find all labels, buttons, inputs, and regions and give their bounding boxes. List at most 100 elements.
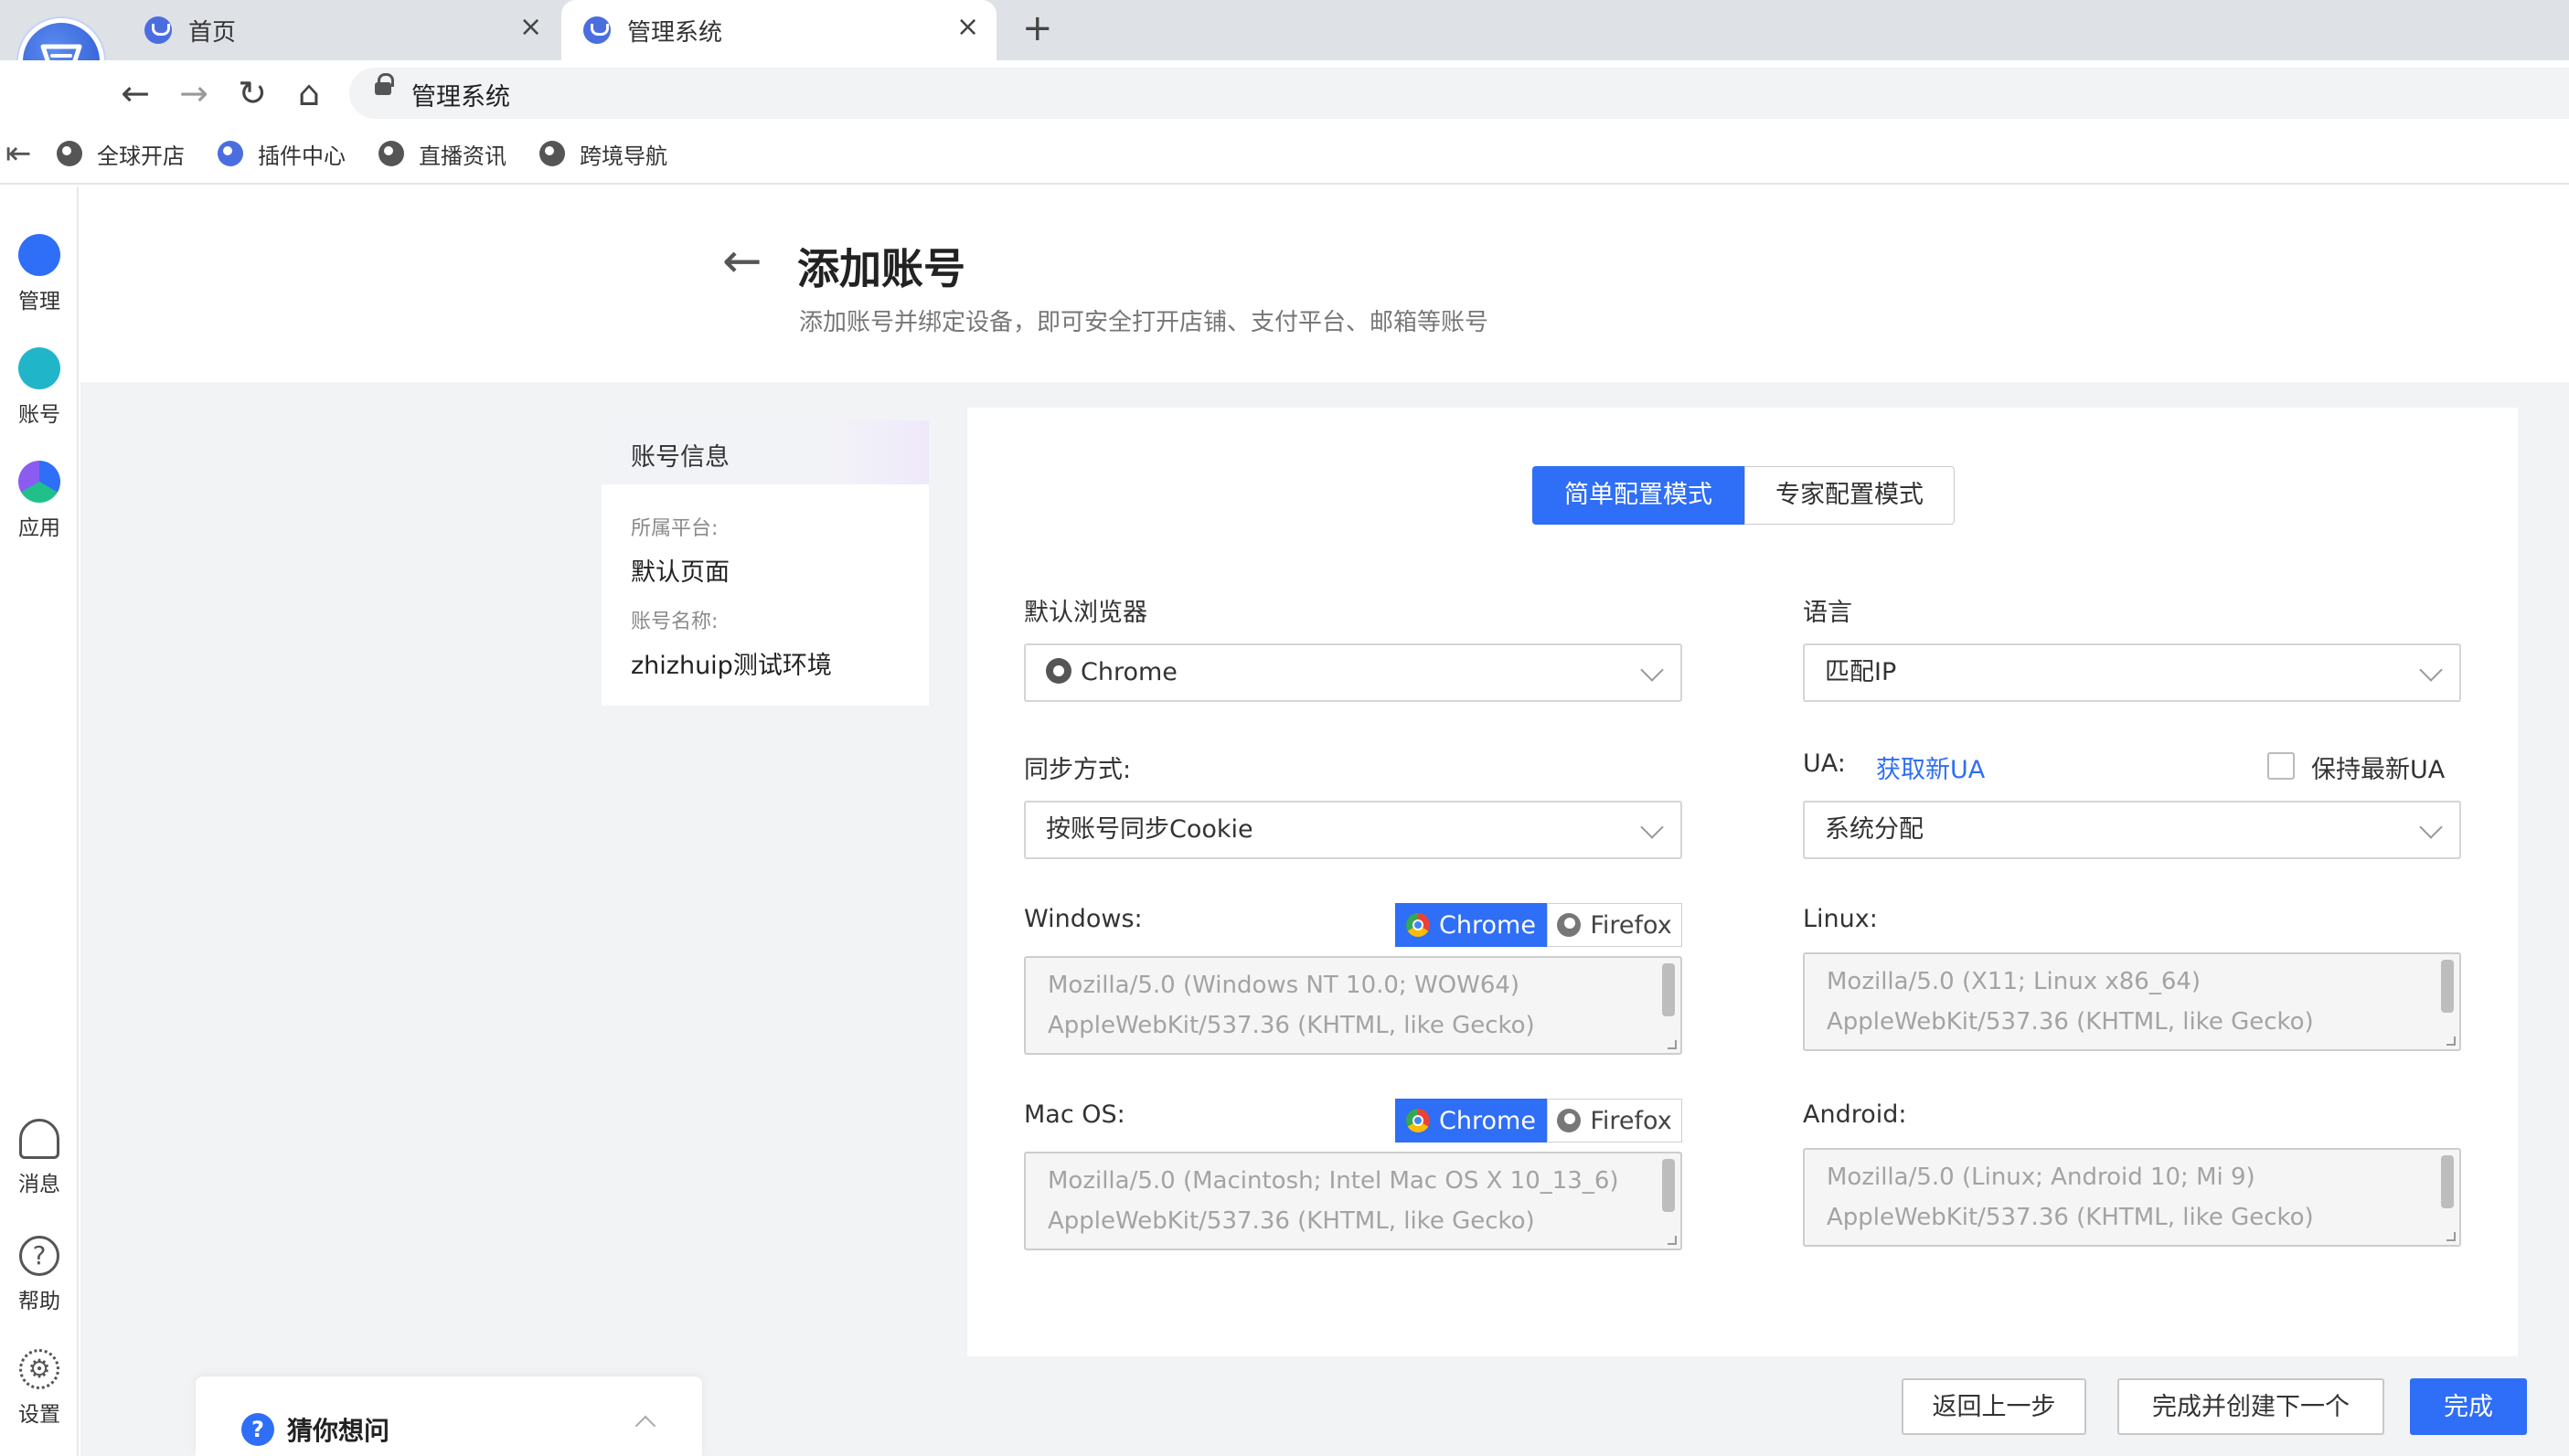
- bell-icon: [19, 1119, 59, 1159]
- browser-select[interactable]: Chrome: [1024, 643, 1682, 702]
- ua-select-value: 系统分配: [1825, 815, 1924, 844]
- windows-engine-toggle: Chrome Firefox: [1395, 903, 1682, 947]
- bookmark-label: 跨境导航: [580, 143, 667, 169]
- sync-select[interactable]: 按账号同步Cookie: [1024, 801, 1682, 859]
- windows-label: Windows:: [1024, 905, 1143, 933]
- browser-label: 默认浏览器: [1024, 599, 1147, 627]
- reload-icon[interactable]: ↻: [234, 75, 271, 112]
- chevron-down-icon: [1640, 815, 1664, 839]
- forward-icon[interactable]: →: [176, 75, 212, 112]
- back-arrow-icon[interactable]: ←: [722, 234, 762, 289]
- android-ua-textarea[interactable]: Mozilla/5.0 (Linux; Android 10; Mi 9) Ap…: [1803, 1148, 2461, 1247]
- windows-chrome-option[interactable]: Chrome: [1395, 903, 1547, 947]
- rail-label: 设置: [18, 1403, 60, 1427]
- scrollbar[interactable]: [1662, 963, 1675, 1016]
- bookmark-item[interactable]: 插件中心: [218, 135, 346, 172]
- linux-label: Linux:: [1803, 905, 1878, 933]
- option-label: Firefox: [1590, 910, 1672, 940]
- account-name-value: zhizhuip测试环境: [631, 652, 832, 680]
- tab-favicon-icon: [583, 16, 611, 44]
- store-icon: [18, 347, 60, 389]
- rail-item-help[interactable]: ? 帮助: [0, 1236, 79, 1314]
- windows-firefox-option[interactable]: Firefox: [1547, 903, 1682, 947]
- rail-item-messages[interactable]: 消息: [0, 1119, 79, 1197]
- rail-item-manage[interactable]: 管理: [0, 234, 79, 314]
- apps-icon: [18, 461, 60, 503]
- bookmark-label: 全球开店: [97, 143, 185, 169]
- back-icon[interactable]: ←: [117, 75, 154, 112]
- lock-icon: [375, 73, 394, 95]
- rail-item-settings[interactable]: ⚙ 设置: [0, 1349, 79, 1428]
- page-title: 添加账号: [797, 244, 965, 293]
- option-label: Firefox: [1590, 1106, 1672, 1135]
- tab-home[interactable]: 首页 ×: [144, 0, 556, 60]
- linux-ua-textarea[interactable]: Mozilla/5.0 (X11; Linux x86_64) AppleWeb…: [1803, 952, 2461, 1051]
- tab-label: 首页: [188, 18, 237, 47]
- chrome-icon: [1406, 913, 1431, 937]
- language-select[interactable]: 匹配IP: [1803, 643, 2461, 702]
- sync-select-value: 按账号同步Cookie: [1046, 815, 1253, 844]
- chrome-icon: [1406, 1109, 1431, 1132]
- windows-ua-textarea[interactable]: Mozilla/5.0 (Windows NT 10.0; WOW64) App…: [1024, 956, 1682, 1055]
- tab-close-icon[interactable]: ×: [519, 11, 542, 43]
- globe-icon: [539, 141, 565, 166]
- bookmark-item[interactable]: 直播资讯: [378, 135, 506, 172]
- mac-engine-toggle: Chrome Firefox: [1395, 1099, 1682, 1142]
- rail-label: 管理: [18, 290, 60, 314]
- account-info-heading: 账号信息: [631, 443, 730, 472]
- rail-item-apps[interactable]: 应用: [0, 461, 79, 541]
- sidebar-toggle-icon[interactable]: ⇤: [5, 135, 32, 172]
- ua-label: UA:: [1803, 749, 1846, 778]
- tab-close-icon[interactable]: ×: [956, 11, 979, 43]
- option-label: Chrome: [1439, 910, 1536, 940]
- address-input[interactable]: [349, 68, 2569, 119]
- scrollbar[interactable]: [1662, 1159, 1675, 1212]
- platform-value: 默认页面: [631, 558, 730, 587]
- help-icon: ?: [19, 1236, 59, 1276]
- gear-icon: ⚙: [19, 1349, 59, 1389]
- expert-mode-button[interactable]: 专家配置模式: [1744, 466, 1955, 525]
- keep-latest-ua-label: 保持最新UA: [2311, 756, 2446, 784]
- simple-mode-button[interactable]: 简单配置模式: [1532, 466, 1744, 525]
- resize-handle-icon[interactable]: [2446, 1232, 2456, 1241]
- bookmark-item[interactable]: 跨境导航: [539, 135, 667, 172]
- globe-icon: [57, 141, 82, 166]
- rail-item-account[interactable]: 账号: [0, 347, 79, 428]
- firefox-icon: [1557, 913, 1582, 937]
- finish-button[interactable]: 完成: [2410, 1378, 2527, 1435]
- android-ua-text: Mozilla/5.0 (Linux; Android 10; Mi 9) Ap…: [1827, 1164, 2314, 1231]
- scrollbar[interactable]: [2441, 1155, 2454, 1208]
- mac-label: Mac OS:: [1024, 1100, 1125, 1129]
- account-name-label: 账号名称:: [631, 611, 719, 633]
- back-step-button[interactable]: 返回上一步: [1902, 1378, 2086, 1435]
- tab-favicon-icon: [144, 16, 172, 44]
- tab-management[interactable]: 管理系统 ×: [561, 0, 997, 60]
- mac-ua-textarea[interactable]: Mozilla/5.0 (Macintosh; Intel Mac OS X 1…: [1024, 1152, 1682, 1250]
- chrome-icon: [1046, 657, 1071, 684]
- mac-chrome-option[interactable]: Chrome: [1395, 1099, 1547, 1142]
- scrollbar[interactable]: [2441, 960, 2454, 1013]
- grid-icon: [18, 234, 60, 276]
- mac-ua-text: Mozilla/5.0 (Macintosh; Intel Mac OS X 1…: [1048, 1167, 1619, 1235]
- chevron-down-icon: [2419, 815, 2443, 839]
- finish-and-next-button[interactable]: 完成并创建下一个: [2117, 1378, 2384, 1435]
- resize-handle-icon[interactable]: [1668, 1040, 1677, 1049]
- browser-select-value: Chrome: [1081, 658, 1178, 686]
- get-new-ua-link[interactable]: 获取新UA: [1876, 749, 1985, 785]
- ua-select[interactable]: 系统分配: [1803, 801, 2461, 859]
- guess-panel[interactable]: [196, 1376, 702, 1456]
- resize-handle-icon[interactable]: [1668, 1236, 1677, 1245]
- home-icon[interactable]: ⌂: [291, 75, 327, 112]
- resize-handle-icon[interactable]: [2446, 1036, 2456, 1046]
- keep-latest-ua-checkbox[interactable]: [2267, 752, 2295, 780]
- sync-label: 同步方式:: [1024, 756, 1132, 784]
- mac-firefox-option[interactable]: Firefox: [1547, 1099, 1682, 1142]
- windows-ua-text: Mozilla/5.0 (Windows NT 10.0; WOW64) App…: [1048, 972, 1535, 1039]
- platform-label: 所属平台:: [631, 517, 719, 540]
- firefox-icon: [1557, 1109, 1582, 1132]
- new-tab-button[interactable]: +: [1022, 7, 1053, 49]
- chevron-down-icon: [1640, 658, 1664, 682]
- globe-icon: [378, 141, 404, 166]
- bookmark-item[interactable]: 全球开店: [57, 135, 185, 172]
- rail-label: 账号: [18, 403, 60, 427]
